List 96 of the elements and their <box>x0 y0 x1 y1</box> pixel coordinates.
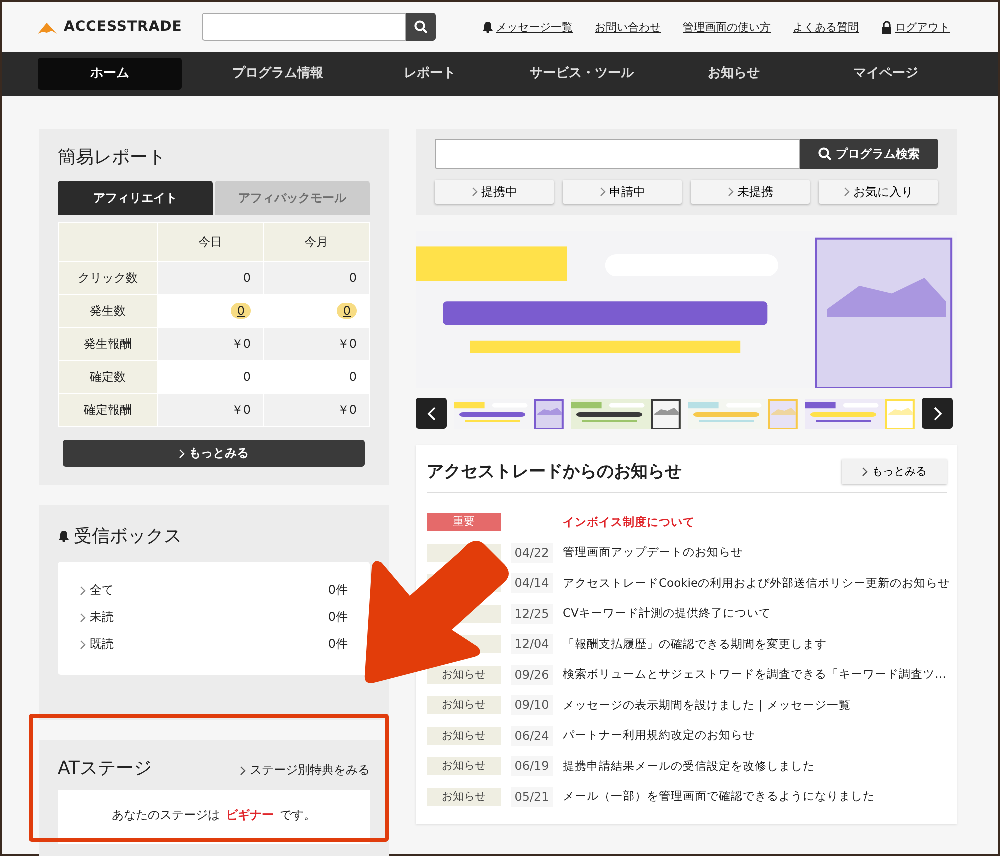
news-link[interactable]: CVキーワード計測の提供終了について <box>563 606 771 622</box>
table-cell: 確定数 <box>58 360 158 394</box>
next-button[interactable] <box>922 398 953 429</box>
chevron-right-icon <box>932 406 944 422</box>
news-date: 04/22 <box>511 542 553 563</box>
logo-text: ACCESSTRADE <box>64 19 182 35</box>
news-date: 06/24 <box>511 726 553 746</box>
bell-icon <box>482 20 494 34</box>
nav-tab[interactable]: サービス・ツール <box>506 58 658 90</box>
count-link[interactable]: 0 <box>337 303 357 319</box>
chevron-right-icon <box>179 448 185 459</box>
news-date: 09/26 <box>511 664 553 685</box>
table-cell: 発生報酬 <box>58 328 158 360</box>
header-link[interactable]: メッセージ一覧 <box>482 20 573 34</box>
table-cell: ￥0 <box>158 394 264 426</box>
table-cell: クリック数 <box>58 262 158 294</box>
news-title: アクセストレードからのお知らせ <box>427 461 682 483</box>
chevron-right-icon <box>600 187 606 198</box>
news-date: 09/10 <box>511 695 553 716</box>
news-link[interactable]: 「報酬支払履歴」の確認できる期間を変更します <box>563 636 827 652</box>
table-cell: 0 <box>264 360 370 394</box>
nav-tab[interactable]: レポート <box>354 58 506 90</box>
news-link[interactable]: 検索ボリュームとサジェストワードを調査できる「キーワード調査ツ… <box>563 667 946 682</box>
header-link[interactable]: 管理画面の使い方 <box>683 20 771 34</box>
nav-tab[interactable]: マイページ <box>810 58 962 90</box>
more-button[interactable]: もっとみる <box>842 459 947 484</box>
table-header: 今月 <box>264 222 370 262</box>
news-link[interactable]: 提携申請結果メールの受信設定を改修しました <box>563 758 815 774</box>
news-tag: お知らせ <box>427 757 501 776</box>
stage-link[interactable]: ステージ別特典をみる <box>240 762 370 779</box>
chevron-right-icon <box>240 766 246 776</box>
news-date: 12/25 <box>511 604 553 624</box>
filter-button[interactable]: 未提携 <box>691 180 810 204</box>
count-link[interactable]: 0件 <box>328 582 348 599</box>
news-tag: 重要 <box>427 513 501 532</box>
chevron-right-icon <box>862 467 868 478</box>
chevron-right-icon <box>472 187 478 198</box>
header-link[interactable]: ログアウト <box>881 20 950 34</box>
table-cell: ￥0 <box>264 394 370 426</box>
inbox-link[interactable]: 既読 <box>80 636 114 653</box>
news-link[interactable]: アクセストレードCookieの利用および外部送信ポリシー更新のお知らせ <box>563 576 950 591</box>
news-link[interactable]: インボイス制度について <box>563 514 695 530</box>
panel-title: 受信ボックス <box>74 525 182 548</box>
filter-button[interactable]: 提携中 <box>435 180 554 204</box>
search-field[interactable] <box>202 13 406 41</box>
chevron-right-icon <box>728 187 734 198</box>
table-cell: 0 <box>158 262 264 294</box>
header-link[interactable]: よくある質問 <box>793 20 859 34</box>
news-date: 12/04 <box>511 634 553 654</box>
search-icon <box>818 147 832 161</box>
filter-button[interactable]: お気に入り <box>819 180 938 204</box>
nav-tab[interactable]: お知らせ <box>658 58 810 90</box>
lock-icon <box>881 20 893 34</box>
count-link[interactable]: 0件 <box>328 636 348 653</box>
inbox-link[interactable]: 全て <box>80 582 114 599</box>
program-search-field[interactable] <box>435 139 800 169</box>
news-tag: お知らせ <box>427 726 501 745</box>
news-date: 04/14 <box>511 573 553 594</box>
count-link[interactable]: 0件 <box>328 609 348 626</box>
more-button[interactable]: もっとみる <box>63 440 365 467</box>
news-tag: お知らせ <box>427 666 501 684</box>
table-cell: 0 <box>264 262 370 294</box>
chevron-right-icon <box>80 612 86 623</box>
chevron-right-icon <box>844 187 850 198</box>
table-cell: 0 <box>158 360 264 394</box>
news-tag: お知らせ <box>427 696 501 714</box>
nav-tab[interactable]: ホーム <box>38 58 182 90</box>
table-cell: ￥0 <box>158 328 264 360</box>
header-link[interactable]: お問い合わせ <box>595 20 661 34</box>
panel-title: ATステージ <box>58 757 152 780</box>
news-tag: お知らせ <box>427 788 501 806</box>
news-date: 06/19 <box>511 756 553 776</box>
bell-icon <box>58 530 70 542</box>
filter-button[interactable]: 申請中 <box>563 180 682 204</box>
chevron-left-icon <box>426 406 438 422</box>
news-link[interactable]: パートナー利用規約改定のお知らせ <box>563 728 755 744</box>
news-link[interactable]: 管理画面アップデートのお知らせ <box>563 545 743 560</box>
previous-button[interactable] <box>416 398 447 429</box>
count-link[interactable]: 0 <box>231 303 251 319</box>
news-date: 05/21 <box>511 786 553 807</box>
chevron-right-icon <box>80 586 86 596</box>
table-cell: 発生数 <box>58 294 158 328</box>
table-cell: 確定報酬 <box>58 394 158 426</box>
table-cell: ￥0 <box>264 328 370 360</box>
nav-tab[interactable]: プログラム情報 <box>202 58 354 90</box>
report-tab[interactable]: アフィリエイト <box>58 181 213 215</box>
program-search-button[interactable]: プログラム検索 <box>800 139 938 169</box>
inbox-link[interactable]: 未読 <box>80 609 114 626</box>
stage-message: あなたのステージは ビギナー です。 <box>111 807 317 824</box>
chevron-right-icon <box>80 640 86 650</box>
search-button[interactable] <box>406 13 436 41</box>
search-icon <box>414 20 428 34</box>
table-header: 今日 <box>158 222 264 262</box>
panel-title: 簡易レポート <box>58 146 167 169</box>
news-link[interactable]: メッセージの表示期間を設けました｜メッセージ一覧 <box>563 698 851 713</box>
news-link[interactable]: メール（一部）を管理画面で確認できるようになりました <box>563 789 875 804</box>
